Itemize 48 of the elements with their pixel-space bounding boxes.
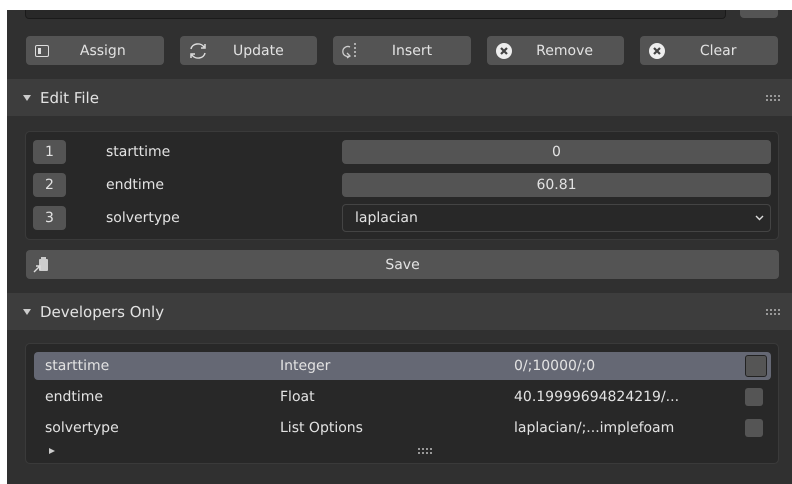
field-label: solvertype [105,210,181,226]
clipboard-arrow-icon [32,256,50,274]
small-button[interactable] [740,10,778,18]
grip-icon[interactable] [766,308,780,314]
index-badge: 2 [33,173,66,197]
list-cell-text: laplacian/;...implefoam [514,420,676,436]
panel-header[interactable]: Edit File [7,79,792,116]
expanded-triangle-icon [23,94,31,102]
checkbox[interactable] [745,388,763,406]
panel-icon [34,42,50,58]
action-button[interactable]: Update [180,36,318,65]
checkbox[interactable] [745,355,767,377]
list-cell-text: 0/;10000/;0 [514,358,596,374]
list-cell-text: 40.19999694824219/... [514,389,680,405]
checkbox[interactable] [745,419,763,437]
resize-grip-icon[interactable] [418,448,432,454]
field-label: starttime [105,144,172,160]
dropdown[interactable]: laplacian [342,204,771,232]
list-cell-text: endtime [45,389,104,405]
panel-title: Edit File [40,88,100,106]
refresh-icon [188,42,208,60]
action-button[interactable]: Clear [640,36,778,65]
list-cell-text: solvertype [45,420,120,436]
close-circle-icon [648,42,666,60]
panel-title: Developers Only [40,302,166,320]
index-badge: 3 [33,206,66,230]
chevron-down-icon [755,215,764,221]
list-row[interactable]: solvertype List Options laplacian/;...implefoam [34,414,771,442]
list-cell-text: Float [280,389,316,405]
close-circle-icon [494,42,513,60]
list-cell-text: List Options [280,420,364,436]
field-label: endtime [105,177,166,193]
action-button[interactable]: Remove [486,36,624,65]
number-field[interactable]: 0 [342,140,771,164]
save-button[interactable]: Save [26,250,779,279]
expand-triangle-icon[interactable] [48,447,56,455]
index-badge: 1 [33,140,66,164]
text-field[interactable] [25,10,726,19]
number-field[interactable]: 60.81 [342,173,771,197]
list-cell-text: Integer [280,358,332,374]
panel-header[interactable]: Developers Only [7,293,792,330]
list-row[interactable]: endtime Float 40.19999694824219/... [34,383,771,411]
expanded-triangle-icon [23,308,31,316]
action-button[interactable]: Assign [26,36,164,65]
list-row[interactable]: starttime Integer 0/;10000/;0 [34,352,771,380]
action-button[interactable]: Insert [333,36,471,65]
list-cell-text: starttime [45,358,110,374]
grip-icon[interactable] [766,94,780,100]
